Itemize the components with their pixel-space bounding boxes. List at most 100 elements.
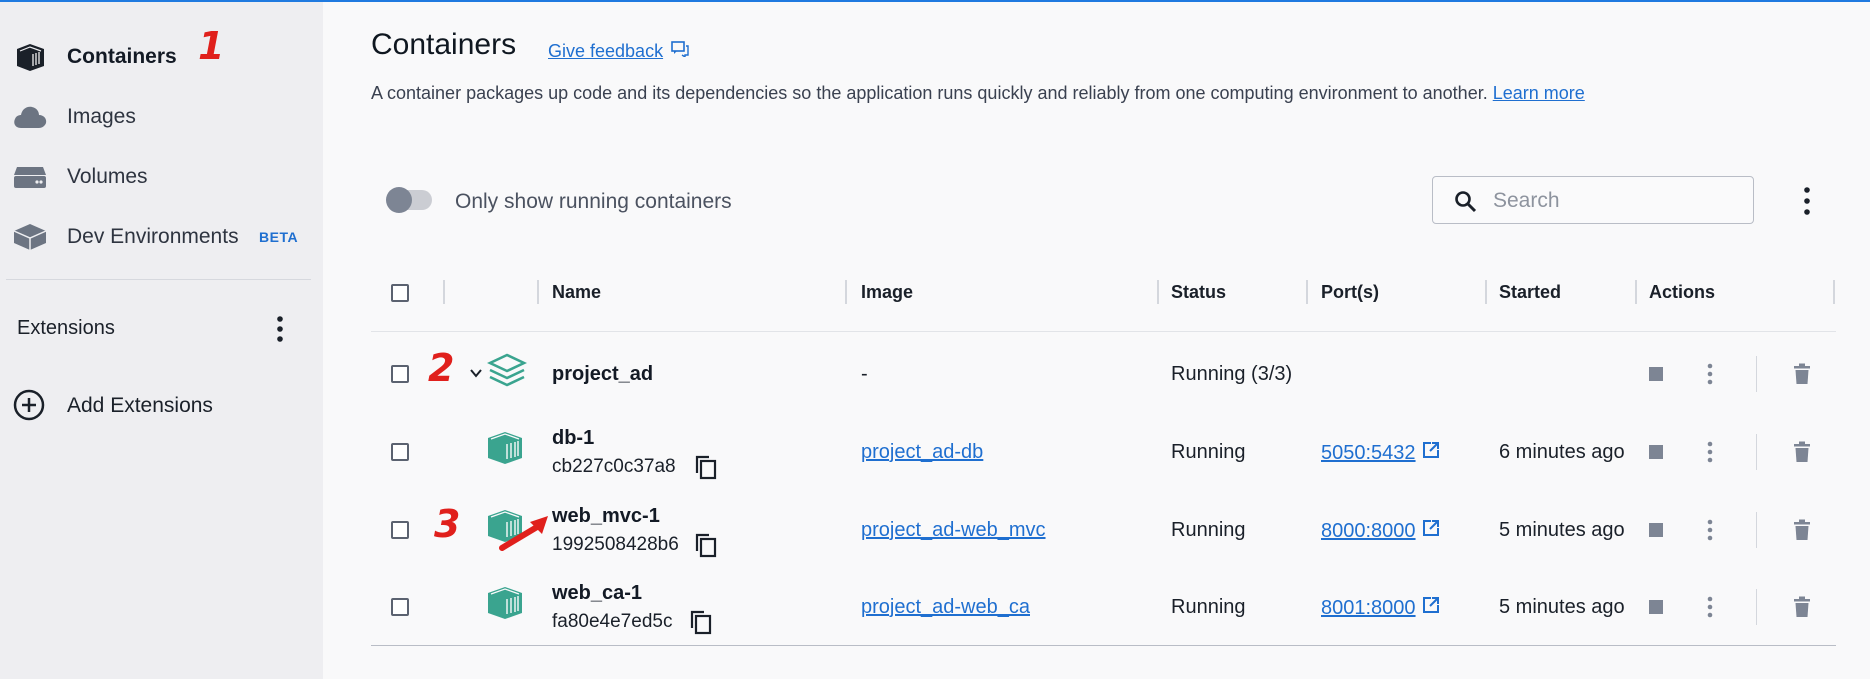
started-cell: 5 minutes ago [1499, 519, 1625, 541]
sidebar-item-label: Volumes [67, 165, 148, 188]
sidebar-divider [6, 279, 311, 280]
column-divider [537, 280, 539, 304]
status-cell: Running [1171, 441, 1246, 463]
container-icon [485, 585, 525, 626]
table-row[interactable]: web_ca-1 fa80e4e7ed5c project_ad-web_ca … [371, 569, 1836, 647]
select-all-checkbox[interactable] [391, 284, 409, 302]
row-checkbox[interactable] [391, 598, 409, 616]
status-cell: Running [1171, 596, 1246, 618]
volume-icon [12, 159, 48, 195]
sidebar-item-images[interactable]: Images [0, 92, 323, 142]
action-divider [1756, 356, 1757, 392]
more-options-icon[interactable] [1797, 184, 1817, 218]
extensions-menu-icon[interactable] [270, 314, 290, 344]
copy-icon[interactable] [694, 454, 718, 485]
status-cell: Running (3/3) [1171, 363, 1293, 385]
image-cell: - [861, 363, 868, 385]
row-checkbox[interactable] [391, 443, 409, 461]
stop-icon[interactable] [1648, 366, 1664, 387]
delete-icon[interactable] [1793, 363, 1811, 390]
column-divider [443, 280, 445, 304]
chevron-down-icon[interactable] [469, 366, 483, 385]
stack-icon [486, 352, 528, 393]
action-divider [1756, 512, 1757, 548]
column-header-ports[interactable]: Port(s) [1321, 282, 1379, 303]
container-id: 1992508428b6 [552, 534, 679, 555]
row-menu-icon[interactable] [1706, 363, 1714, 390]
copy-icon[interactable] [689, 609, 713, 640]
port-cell: 8001:8000 [1321, 596, 1440, 620]
port-link[interactable]: 5050:5432 [1321, 442, 1416, 465]
stop-icon[interactable] [1648, 522, 1664, 543]
row-menu-icon[interactable] [1706, 596, 1714, 623]
delete-icon[interactable] [1793, 519, 1811, 546]
container-icon [485, 430, 525, 471]
stop-icon[interactable] [1648, 444, 1664, 465]
sidebar-item-containers[interactable]: Containers [0, 32, 323, 82]
external-link-icon[interactable] [1422, 441, 1440, 465]
column-divider [1833, 280, 1835, 304]
column-header-actions: Actions [1649, 282, 1716, 302]
container-name: db-1 [552, 427, 595, 449]
sidebar-item-label: Containers [67, 45, 177, 68]
table-row[interactable]: web_mvc-1 1992508428b6 project_ad-web_mv… [371, 492, 1836, 570]
delete-icon[interactable] [1793, 596, 1811, 623]
sidebar-item-volumes[interactable]: Volumes [0, 152, 323, 202]
port-cell: 8000:8000 [1321, 519, 1440, 543]
search-icon [1453, 189, 1477, 218]
extensions-label: Extensions [17, 317, 115, 339]
table-row[interactable]: db-1 cb227c0c37a8 project_ad-db Running … [371, 414, 1836, 492]
sidebar-item-dev-environments[interactable]: Dev Environments BETA [0, 212, 323, 262]
table-header: Name Image Status Port(s) Started Action… [371, 264, 1836, 332]
search-box [1432, 176, 1754, 224]
page-title: Containers [371, 28, 517, 61]
row-checkbox[interactable] [391, 521, 409, 539]
search-input[interactable] [1493, 187, 1733, 215]
container-id: cb227c0c37a8 [552, 456, 676, 477]
add-extensions-button[interactable]: Add Extensions [0, 382, 323, 426]
port-cell: 5050:5432 [1321, 441, 1440, 465]
column-divider [845, 280, 847, 304]
external-link-icon[interactable] [1422, 596, 1440, 620]
column-divider [1157, 280, 1159, 304]
annotation-2: 2 [428, 346, 455, 390]
column-divider [1635, 280, 1637, 304]
image-link[interactable]: project_ad-web_ca [861, 596, 1030, 619]
running-only-toggle[interactable] [386, 187, 432, 213]
stop-icon[interactable] [1648, 599, 1664, 620]
cloud-icon [12, 99, 48, 135]
image-link[interactable]: project_ad-web_mvc [861, 519, 1046, 542]
annotation-arrow [496, 508, 556, 559]
annotation-1: 1 [198, 24, 225, 68]
delete-icon[interactable] [1793, 441, 1811, 468]
give-feedback-link[interactable]: Give feedback [548, 41, 689, 62]
port-link[interactable]: 8000:8000 [1321, 520, 1416, 543]
row-menu-icon[interactable] [1706, 519, 1714, 546]
container-id: fa80e4e7ed5c [552, 611, 673, 632]
sidebar: Containers Images Volumes Dev Environmen… [0, 2, 323, 679]
copy-icon[interactable] [694, 532, 718, 563]
column-header-status[interactable]: Status [1171, 282, 1226, 303]
row-menu-icon[interactable] [1706, 441, 1714, 468]
table-row-group[interactable]: project_ad - Running (3/3) [371, 336, 1836, 414]
external-link-icon[interactable] [1422, 519, 1440, 543]
toggle-label: Only show running containers [455, 190, 732, 213]
started-cell: 6 minutes ago [1499, 441, 1625, 463]
column-header-started[interactable]: Started [1499, 282, 1561, 303]
started-cell: 5 minutes ago [1499, 596, 1625, 618]
row-checkbox[interactable] [391, 365, 409, 383]
description-text: A container packages up code and its dep… [371, 83, 1488, 103]
port-link[interactable]: 8001:8000 [1321, 597, 1416, 620]
sidebar-item-label: Images [67, 105, 136, 128]
page-description: A container packages up code and its dep… [371, 83, 1585, 104]
learn-more-link[interactable]: Learn more [1493, 83, 1585, 103]
column-header-image[interactable]: Image [861, 282, 913, 303]
status-cell: Running [1171, 519, 1246, 541]
action-divider [1756, 589, 1757, 625]
group-name: project_ad [552, 363, 654, 385]
column-header-name[interactable]: Name [552, 282, 601, 303]
column-divider [1485, 280, 1487, 304]
image-link[interactable]: project_ad-db [861, 441, 983, 464]
action-divider [1756, 434, 1757, 470]
feedback-label: Give feedback [548, 41, 664, 61]
